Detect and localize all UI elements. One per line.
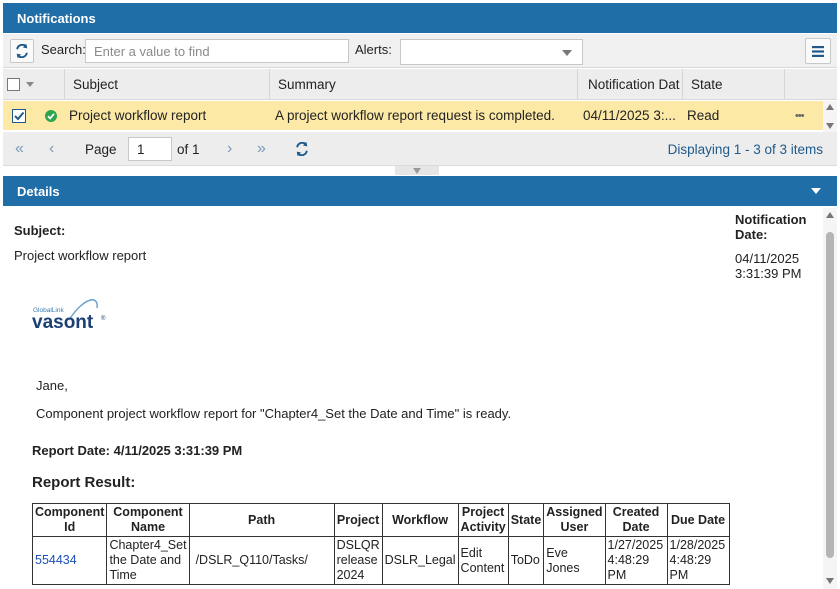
displaying-count: Displaying 1 - 3 of 3 items: [667, 141, 823, 157]
chevron-down-icon[interactable]: [26, 82, 34, 87]
page-number-input[interactable]: 1: [128, 137, 172, 161]
cell-path: /DSLR_Q110/Tasks/: [188, 536, 335, 585]
scroll-down-icon[interactable]: [826, 123, 834, 129]
column-summary[interactable]: Summary: [270, 69, 578, 100]
report-date: Report Date: 4/11/2025 3:31:39 PM: [32, 443, 243, 458]
row-checkbox[interactable]: [12, 101, 26, 130]
last-page-icon[interactable]: »: [257, 132, 266, 166]
cell-component-name: Chapter4_Set the Date and Time: [106, 536, 190, 585]
header-path: Path: [188, 503, 335, 537]
header-due-date: Due Date: [666, 503, 730, 537]
header-assigned-user: Assigned User: [543, 503, 606, 537]
header-component-id: Component Id: [31, 503, 108, 537]
cell-project: DSLQR release 2024: [333, 536, 383, 585]
select-all-column: [3, 69, 65, 100]
cell-project-activity: Edit Content: [457, 536, 509, 585]
column-notification-date[interactable]: Notification Dat: [578, 69, 683, 100]
details-scrollbar[interactable]: [823, 208, 837, 589]
grid-header: Subject Summary Notification Dat State: [3, 69, 837, 100]
status-ok-icon: [45, 101, 57, 130]
report-table-header: Component Id Component Name Path Project…: [31, 503, 730, 537]
row-more-button[interactable]: •••: [795, 101, 804, 130]
collapse-icon: [413, 168, 421, 174]
scroll-up-icon[interactable]: [826, 104, 834, 110]
cell-state: ToDo: [507, 536, 545, 585]
row-state: Read: [687, 108, 720, 123]
svg-text:vasont: vasont: [32, 312, 94, 333]
details-panel: Subject: Project workflow report Notific…: [3, 208, 823, 589]
table-row: 554434 Chapter4_Set the Date and Time /D…: [31, 536, 730, 585]
notification-date-value: 04/11/2025 3:31:39 PM: [735, 251, 802, 281]
column-state[interactable]: State: [683, 69, 785, 100]
greeting: Jane,: [36, 378, 68, 393]
report-message: Component project workflow report for "C…: [36, 406, 512, 421]
header-workflow: Workflow: [381, 503, 459, 537]
page-label: Page: [85, 141, 117, 157]
alerts-select[interactable]: [400, 39, 583, 65]
notifications-header: Notifications: [3, 3, 837, 33]
alerts-label: Alerts:: [355, 42, 392, 57]
row-subject: Project workflow report: [69, 108, 207, 123]
row-summary: A project workflow report request is com…: [275, 108, 555, 123]
hamburger-icon: [812, 45, 824, 57]
cell-created-date: 1/27/2025 4:48:29 PM: [604, 536, 668, 585]
refresh-icon: [296, 142, 308, 156]
svg-text:®: ®: [101, 315, 106, 322]
first-page-icon[interactable]: «: [15, 132, 24, 166]
search-label: Search:: [41, 42, 86, 57]
details-header[interactable]: Details: [3, 176, 837, 206]
row-date: 04/11/2025 3:...: [583, 108, 676, 123]
pager-refresh-button[interactable]: [295, 132, 309, 166]
header-component-name: Component Name: [106, 503, 190, 537]
report-result-heading: Report Result:: [32, 474, 136, 491]
grid-scrollbar[interactable]: [823, 101, 837, 132]
scroll-up-icon[interactable]: [826, 212, 834, 218]
report-table: Component Id Component Name Path Project…: [31, 503, 730, 585]
header-created-date: Created Date: [604, 503, 668, 537]
chevron-down-icon: [562, 50, 572, 56]
vasont-logo: GlobalLink vasont ®: [31, 296, 121, 340]
header-project: Project: [333, 503, 383, 537]
cell-due-date: 1/28/2025 4:48:29 PM: [666, 536, 730, 585]
subject-label: Subject:: [14, 223, 66, 238]
menu-button[interactable]: [805, 38, 831, 64]
pager: « ‹ Page 1 of 1 › » Displaying 1 - 3 of …: [3, 132, 837, 166]
header-state: State: [507, 503, 545, 537]
chevron-down-icon[interactable]: [811, 188, 821, 194]
next-page-icon[interactable]: ›: [227, 132, 232, 166]
header-project-activity: Project Activity: [457, 503, 509, 537]
cell-assigned-user: Eve Jones: [543, 536, 606, 585]
search-input[interactable]: [85, 39, 349, 63]
scroll-thumb[interactable]: [826, 232, 834, 558]
toolbar: Search: Alerts:: [3, 34, 837, 68]
checked-checkbox-icon: [12, 108, 26, 123]
select-all-checkbox[interactable]: [7, 78, 20, 91]
scroll-down-icon[interactable]: [826, 578, 834, 584]
notification-date-label: Notification Date:: [735, 212, 807, 242]
table-row[interactable]: Project workflow report A project workfl…: [3, 101, 823, 130]
subject-value: Project workflow report: [14, 248, 147, 263]
details-title: Details: [17, 183, 60, 199]
refresh-icon: [16, 44, 28, 58]
column-subject[interactable]: Subject: [65, 69, 270, 100]
refresh-button[interactable]: [10, 39, 34, 63]
previous-page-icon[interactable]: ‹: [49, 132, 54, 166]
cell-workflow: DSLR_Legal: [381, 536, 459, 585]
component-id-link[interactable]: 554434: [35, 553, 77, 567]
notifications-title: Notifications: [17, 10, 96, 26]
splitter-handle[interactable]: [395, 166, 439, 175]
page-count-label: of 1: [177, 141, 200, 157]
